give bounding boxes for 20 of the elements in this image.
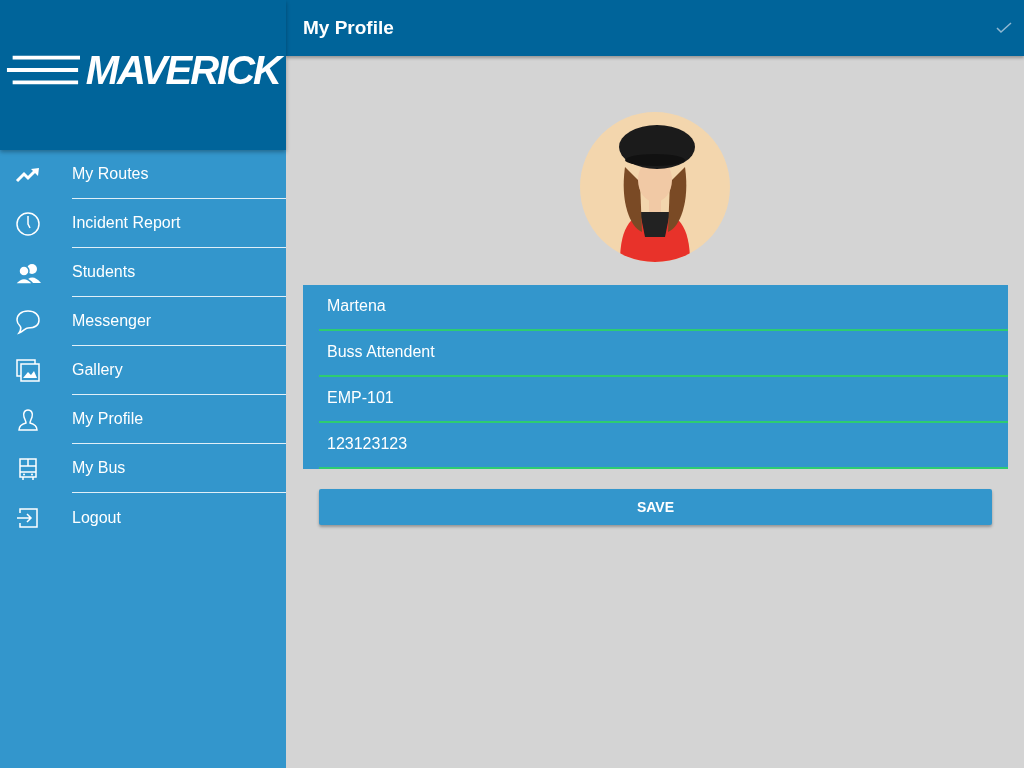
input-field[interactable]: Buss Attendent [319,331,1008,377]
speed-lines-icon [5,54,80,86]
logo-text: MAVERICK [85,48,286,92]
menu-item[interactable]: Logout [0,493,286,542]
gallery-icon [15,357,41,384]
trend-icon [15,165,41,184]
check-icon[interactable] [996,22,1012,34]
input-field[interactable]: EMP-101 [319,377,1008,423]
logout-icon [16,506,40,529]
bus-icon [17,456,39,481]
save-button[interactable]: SAVE [319,489,992,525]
person-icon [17,407,39,432]
chat-bubble-icon [15,308,41,335]
menu-item[interactable]: Students [0,248,286,297]
clock-icon [15,210,41,237]
page-title: My Profile [303,17,394,39]
input-field[interactable]: Martena [319,285,1008,331]
people-icon [14,261,42,284]
input-field[interactable]: 123123123 [319,423,1008,469]
menu-item[interactable]: Gallery [0,346,286,395]
